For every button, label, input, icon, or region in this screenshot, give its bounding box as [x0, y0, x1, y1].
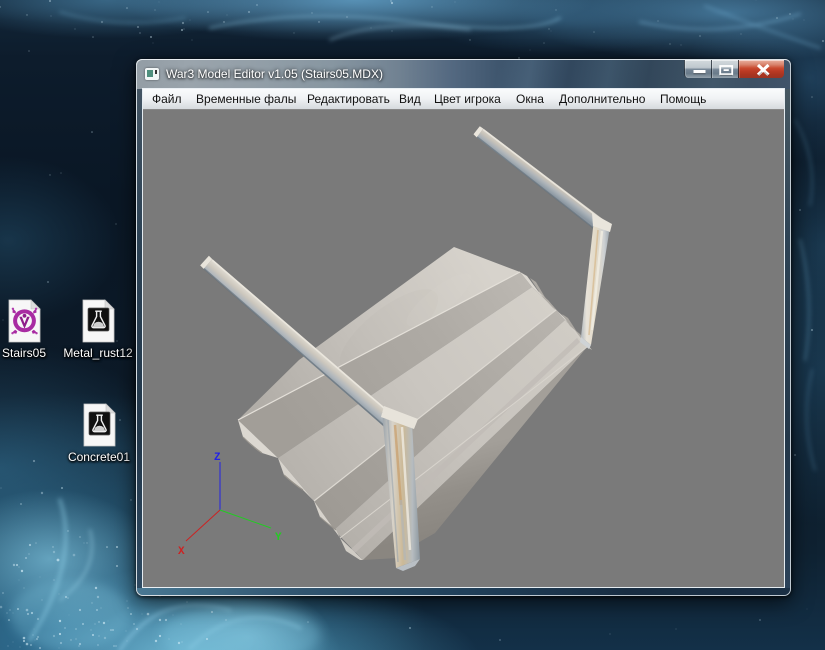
svg-text:X: X [178, 546, 185, 558]
svg-text:Y: Y [275, 532, 282, 544]
svg-text:Z: Z [214, 452, 221, 464]
